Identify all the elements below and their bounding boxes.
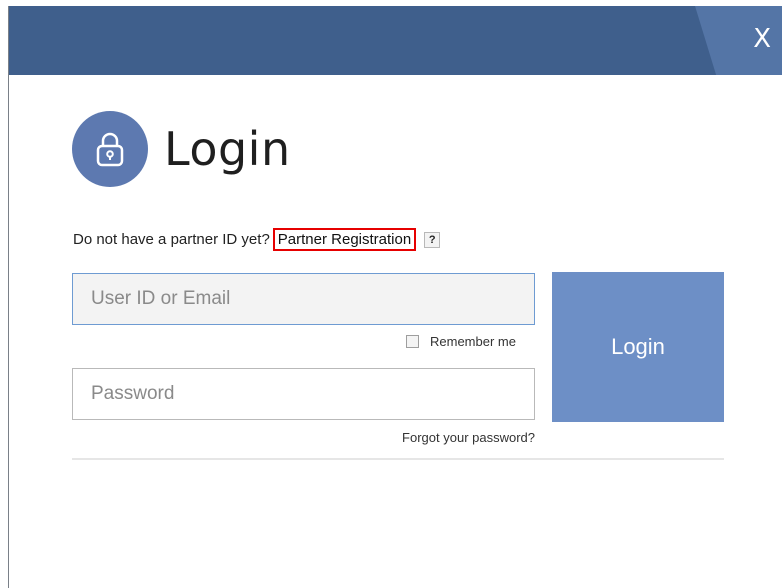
divider — [72, 458, 724, 460]
remember-me[interactable]: Remember me — [406, 334, 516, 349]
lock-icon — [72, 111, 148, 187]
login-button[interactable]: Login — [552, 272, 724, 422]
title-bar[interactable]: X — [9, 6, 782, 75]
login-dialog: X Login Do not have a partner ID yet? Pa… — [8, 6, 782, 588]
page-title: Login — [164, 122, 291, 176]
partner-registration-link[interactable]: Partner Registration — [272, 228, 417, 251]
registration-row: Do not have a partner ID yet? Partner Re… — [73, 228, 441, 251]
userid-input[interactable] — [72, 273, 535, 325]
help-icon[interactable]: ? — [424, 231, 441, 248]
password-input[interactable] — [72, 368, 535, 420]
registration-prompt: Do not have a partner ID yet? — [73, 231, 270, 248]
close-icon[interactable]: X — [753, 26, 771, 52]
remember-me-label: Remember me — [430, 334, 516, 349]
forgot-password-link[interactable]: Forgot your password? — [402, 430, 535, 445]
login-header: Login — [72, 110, 291, 188]
remember-me-checkbox[interactable] — [406, 335, 419, 348]
